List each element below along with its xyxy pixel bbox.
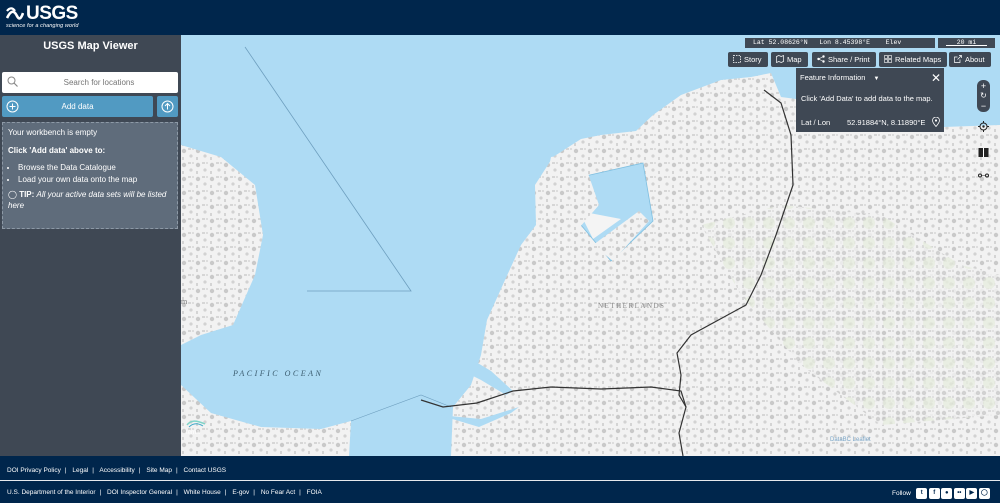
upload-button[interactable] [157,96,178,117]
zoom-control: + ↻ − [977,80,990,112]
latlon-label: Lat / Lon [801,118,831,127]
location-pin-icon[interactable] [932,117,940,127]
related-maps-button[interactable]: Related Maps [879,52,948,67]
github-icon[interactable]: ● [941,488,953,499]
terria-wave-icon [186,420,206,428]
feature-info-header[interactable]: Feature Information ▼ ✕ [796,68,944,88]
usgs-wave-icon [6,7,24,20]
scale-bar-line [946,45,987,46]
feature-latlon-row: Lat / Lon 52.91884°N, 8.11890°E [801,117,940,127]
social-follow: Follow t f ● •• ▶ ◯ [892,488,990,499]
footer-links-primary: DOI Privacy Policy | Legal | Accessibility… [7,467,227,474]
related-maps-label: Related Maps [895,55,942,64]
footer-link[interactable]: Legal [72,467,88,474]
map-button[interactable]: Map [771,52,808,67]
scale-bar: 20 mi [938,38,995,48]
workbench-panel: Your workbench is empty Click 'Add data'… [2,122,178,229]
coordinate-readout: Lat 52.08626°N Lon 8.45398°E Elev [745,38,935,48]
zoom-in-icon[interactable]: + [977,81,990,91]
add-circle-icon [6,100,19,113]
site-header: USGS science for a changing world [0,0,1000,35]
footer-link[interactable]: U.S. Department of the Interior [7,489,96,496]
youtube-icon[interactable]: ▶ [966,488,978,499]
caret-down-icon[interactable]: ▼ [874,76,880,82]
footer-link[interactable]: E-gov [232,489,249,496]
measure-icon [978,173,989,178]
story-button[interactable]: Story [728,52,768,67]
flickr-icon[interactable]: •• [953,488,965,499]
split-view-icon [978,148,989,157]
search-icon [7,76,18,87]
feature-info-message: Click 'Add Data' to add data to the map. [801,94,933,103]
ocean-label: PACIFIC OCEAN [233,369,324,378]
coord-elev: Elev [885,39,902,46]
workbench-empty-text: Your workbench is empty [8,128,98,137]
coord-lon: Lon 8.45398°E [819,39,871,46]
zoom-out-icon[interactable]: − [977,101,990,111]
lightbulb-icon: ◯ [8,190,17,199]
split-screen-button[interactable] [977,147,990,160]
twitter-icon[interactable]: t [916,488,928,499]
footer-link[interactable]: Contact USGS [184,467,227,474]
upload-icon [161,100,174,113]
story-icon [733,55,741,63]
footer-divider [0,480,1000,481]
country-label: NETHERLANDS [598,302,666,310]
feature-info-title: Feature Information [800,73,866,82]
share-icon [817,55,825,63]
terria-logo[interactable]: terria [186,420,206,436]
app-title: USGS Map Viewer [43,40,138,52]
map-label: Map [787,55,802,64]
logo-tagline: science for a changing world [6,23,79,29]
footer-link[interactable]: DOI Inspector General [107,489,172,496]
footer-link[interactable]: No Fear Act [261,489,295,496]
measure-button[interactable] [977,170,990,183]
locate-me-button[interactable] [977,121,990,134]
search-box[interactable] [2,72,178,93]
feature-info-panel: Feature Information ▼ ✕ Click 'Add Data'… [796,68,944,132]
footer-link[interactable]: FOIA [307,489,322,496]
about-label: About [965,55,985,64]
tip-label: TIP: [19,190,35,199]
share-print-button[interactable]: Share / Print [812,52,876,67]
follow-label: Follow [892,490,911,497]
footer-links-secondary: U.S. Department of the Interior | DOI Ins… [7,489,322,496]
instagram-icon[interactable]: ◯ [978,488,990,499]
workbench-tip: ◯ TIP: All your active data sets will be… [8,189,172,211]
share-label: Share / Print [828,55,870,64]
terria-label: terria [186,430,200,436]
footer-link[interactable]: DOI Privacy Policy [7,467,61,474]
latlon-value: 52.91884°N, 8.11890°E [847,118,926,127]
story-label: Story [744,55,762,64]
facebook-icon[interactable]: f [928,488,940,499]
add-data-label: Add data [61,102,94,111]
external-link-icon [954,55,962,63]
workbench-bullet: Load your own data onto the map [18,174,172,185]
about-button[interactable]: About [949,52,991,67]
refresh-icon[interactable]: ↻ [977,91,990,101]
map-attribution[interactable]: DataBC Leaflet [830,437,871,443]
partial-place-label: m [181,297,188,306]
usgs-logo[interactable]: USGS science for a changing world [6,3,79,29]
crosshair-icon [978,121,989,132]
footer-link[interactable]: Site Map [146,467,172,474]
add-data-button[interactable]: Add data [2,96,153,117]
workbench-instruction: Click 'Add data' above to: [8,146,106,155]
site-footer: DOI Privacy Policy | Legal | Accessibility… [0,456,1000,503]
search-input[interactable] [24,72,174,93]
close-icon[interactable]: ✕ [931,68,941,88]
grid-icon [884,55,892,63]
workbench-bullet: Browse the Data Catalogue [18,162,172,173]
map-view[interactable]: PACIFIC OCEAN NETHERLANDS m Lat 52.08626… [181,35,1000,456]
coord-lat: Lat 52.08626°N [753,39,808,46]
logo-text: USGS [26,3,78,24]
footer-link[interactable]: White House [184,489,221,496]
footer-link[interactable]: Accessibility [99,467,134,474]
map-icon [776,55,784,64]
sidebar: USGS Map Viewer Add data Your workbench … [0,35,181,456]
